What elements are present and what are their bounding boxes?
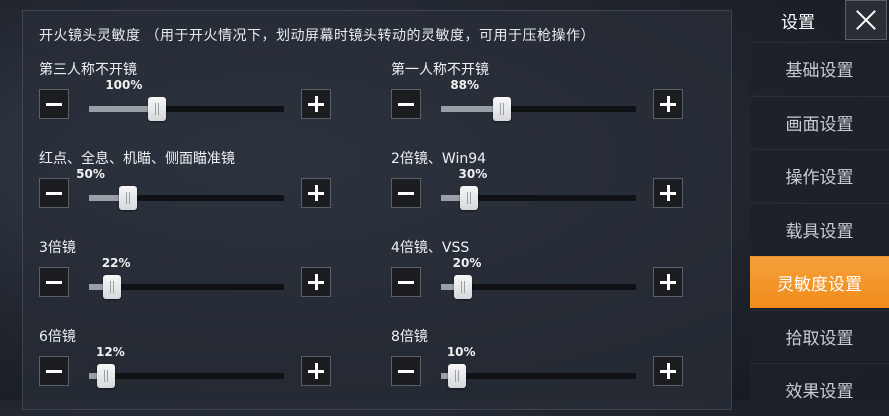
- sensitivity-control: 第三人称不开镜 100%: [39, 59, 369, 149]
- control-label: 第三人称不开镜: [39, 62, 137, 78]
- percent-value: 100%: [105, 78, 143, 92]
- plus-icon-stroke: [666, 185, 670, 201]
- minus-icon: [398, 191, 414, 195]
- settings-sidebar: 设置 基础设置 画面设置 操作设置 载具设置 灵敏度设置 拾取设置 效果设置: [750, 0, 889, 415]
- sidebar-item[interactable]: 操作设置: [750, 149, 889, 201]
- section-title: 开火镜头灵敏度 （用于开火情况下，划动屏幕时镜头转动的灵敏度，可用于压枪操作）: [39, 28, 595, 44]
- sensitivity-control: 第一人称不开镜 88%: [391, 59, 721, 149]
- slider-handle[interactable]: [493, 97, 512, 121]
- plus-icon-stroke: [666, 363, 670, 379]
- sensitivity-slider[interactable]: [441, 186, 636, 210]
- increase-button[interactable]: [301, 267, 331, 297]
- increase-button[interactable]: [301, 356, 331, 386]
- slider-handle[interactable]: [459, 186, 478, 210]
- control-label: 6倍镜: [39, 329, 76, 345]
- sensitivity-control: 4倍镜、VSS 20%: [391, 237, 721, 327]
- sidebar-item[interactable]: 基础设置: [750, 42, 889, 94]
- decrease-button[interactable]: [391, 178, 421, 208]
- slider-handle[interactable]: [148, 97, 167, 121]
- sensitivity-slider[interactable]: [89, 186, 284, 210]
- minus-icon: [46, 102, 62, 106]
- control-label: 3倍镜: [39, 240, 76, 256]
- decrease-button[interactable]: [39, 356, 69, 386]
- slider-handle[interactable]: [102, 275, 121, 299]
- sensitivity-panel: 开火镜头灵敏度 （用于开火情况下，划动屏幕时镜头转动的灵敏度，可用于压枪操作） …: [22, 10, 732, 410]
- sensitivity-control: 2倍镜、Win94 30%: [391, 148, 721, 238]
- control-label: 第一人称不开镜: [391, 62, 489, 78]
- sidebar-item[interactable]: 画面设置: [750, 95, 889, 148]
- increase-button[interactable]: [653, 356, 683, 386]
- percent-value: 22%: [101, 256, 131, 270]
- decrease-button[interactable]: [39, 178, 69, 208]
- control-label: 红点、全息、机瞄、侧面瞄准镜: [39, 151, 235, 167]
- slider-handle[interactable]: [447, 364, 466, 388]
- slider-handle[interactable]: [453, 275, 472, 299]
- sidebar-item[interactable]: 效果设置: [750, 363, 889, 415]
- sensitivity-slider[interactable]: [89, 364, 284, 388]
- increase-button[interactable]: [301, 89, 331, 119]
- slider-handle[interactable]: [97, 364, 115, 388]
- control-label: 2倍镜、Win94: [391, 151, 487, 167]
- decrease-button[interactable]: [39, 267, 69, 297]
- sensitivity-control: 3倍镜 22%: [39, 237, 369, 327]
- sidebar-item[interactable]: 灵敏度设置: [750, 256, 889, 308]
- percent-value: 20%: [452, 256, 482, 270]
- minus-icon: [46, 280, 62, 284]
- increase-button[interactable]: [653, 267, 683, 297]
- close-button[interactable]: [845, 0, 887, 40]
- sensitivity-slider[interactable]: [89, 275, 284, 299]
- sensitivity-slider[interactable]: [441, 275, 636, 299]
- sidebar-item[interactable]: 载具设置: [750, 202, 889, 255]
- plus-icon-stroke: [314, 185, 318, 201]
- increase-button[interactable]: [653, 89, 683, 119]
- sidebar-header: 设置: [750, 0, 889, 40]
- sidebar-title: 设置: [781, 13, 815, 33]
- minus-icon: [398, 102, 414, 106]
- percent-value: 88%: [450, 78, 480, 92]
- minus-icon: [46, 191, 62, 195]
- decrease-button[interactable]: [391, 89, 421, 119]
- decrease-button[interactable]: [391, 267, 421, 297]
- plus-icon-stroke: [314, 96, 318, 112]
- percent-value: 50%: [76, 167, 105, 181]
- minus-icon: [398, 369, 414, 373]
- sensitivity-slider[interactable]: [441, 97, 636, 121]
- increase-button[interactable]: [301, 178, 331, 208]
- minus-icon: [46, 369, 62, 373]
- percent-value: 30%: [458, 167, 488, 181]
- sensitivity-control: 6倍镜 12%: [39, 326, 369, 416]
- slider-fill: [89, 106, 158, 112]
- increase-button[interactable]: [653, 178, 683, 208]
- slider-handle[interactable]: [119, 186, 138, 210]
- percent-value: 12%: [96, 345, 125, 359]
- decrease-button[interactable]: [39, 89, 69, 119]
- sensitivity-slider[interactable]: [441, 364, 636, 388]
- control-label: 4倍镜、VSS: [391, 240, 470, 256]
- plus-icon-stroke: [666, 274, 670, 290]
- minus-icon: [398, 280, 414, 284]
- sidebar-item[interactable]: 拾取设置: [750, 309, 889, 362]
- percent-value: 10%: [446, 345, 476, 359]
- control-label: 8倍镜: [391, 329, 428, 345]
- sensitivity-slider[interactable]: [89, 97, 284, 121]
- sensitivity-control: 红点、全息、机瞄、侧面瞄准镜 50%: [39, 148, 369, 238]
- sensitivity-control: 8倍镜 10%: [391, 326, 721, 416]
- plus-icon-stroke: [666, 96, 670, 112]
- plus-icon-stroke: [314, 274, 318, 290]
- plus-icon-stroke: [314, 363, 318, 379]
- decrease-button[interactable]: [391, 356, 421, 386]
